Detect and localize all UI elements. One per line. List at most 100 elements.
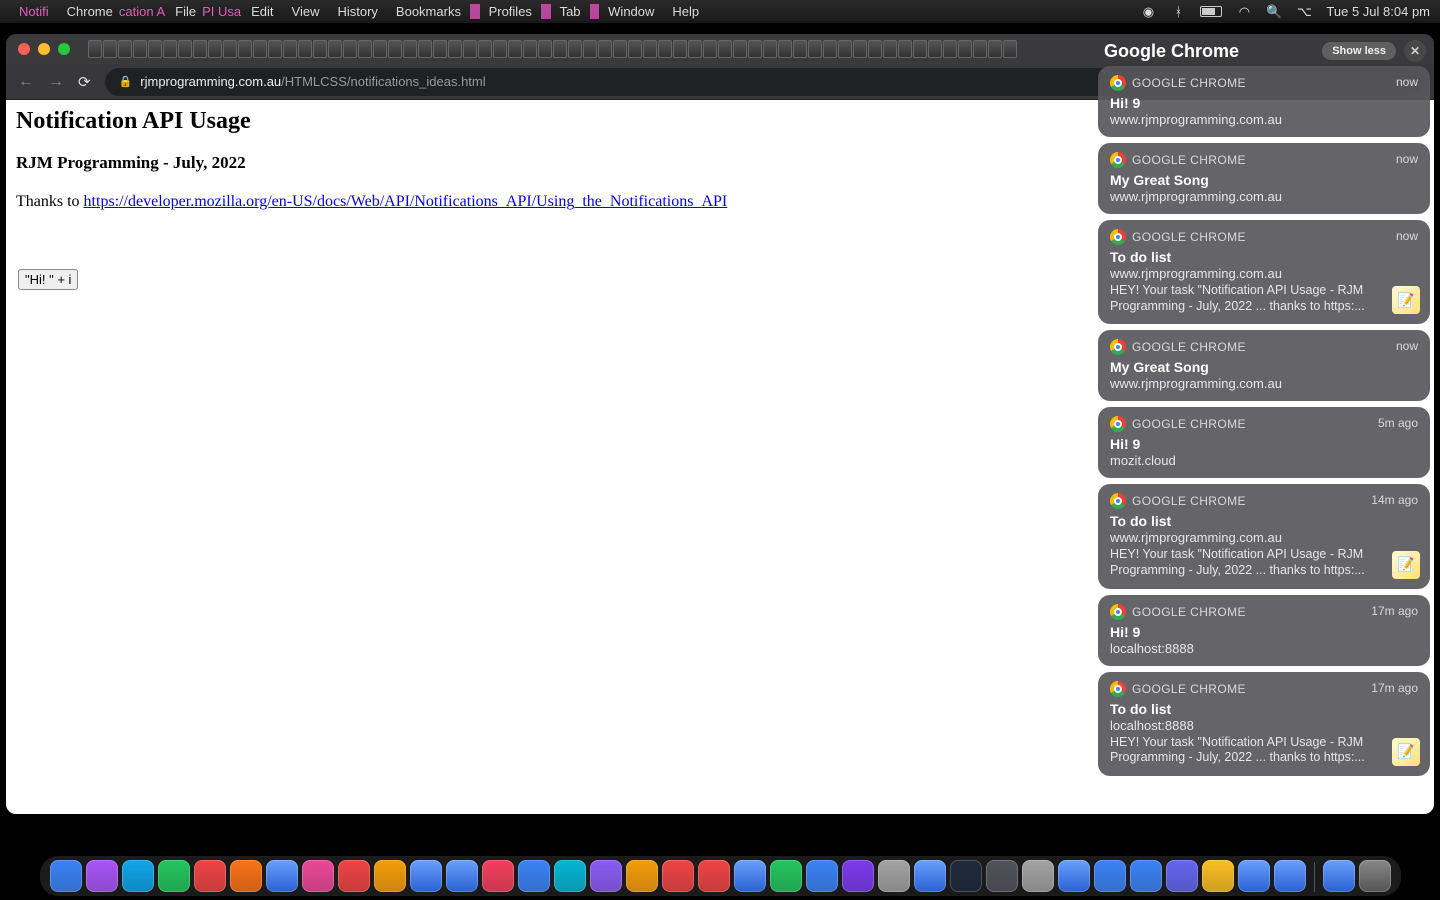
reload-button[interactable]: ⟳ bbox=[78, 73, 91, 91]
wifi-icon[interactable]: ◠ bbox=[1236, 4, 1252, 20]
browser-tab[interactable] bbox=[268, 40, 282, 58]
browser-tab[interactable] bbox=[958, 40, 972, 58]
dock-app-icon[interactable] bbox=[1202, 860, 1234, 892]
browser-tab[interactable] bbox=[808, 40, 822, 58]
browser-tab[interactable] bbox=[718, 40, 732, 58]
dock-app-icon[interactable] bbox=[662, 860, 694, 892]
browser-tab[interactable] bbox=[418, 40, 432, 58]
browser-tab[interactable] bbox=[373, 40, 387, 58]
clock[interactable]: Tue 5 Jul 8:04 pm bbox=[1326, 4, 1430, 19]
browser-tab[interactable] bbox=[643, 40, 657, 58]
browser-tab[interactable] bbox=[763, 40, 777, 58]
back-button[interactable]: ← bbox=[18, 73, 34, 91]
browser-tab[interactable] bbox=[778, 40, 792, 58]
browser-tab[interactable] bbox=[103, 40, 117, 58]
dock-app-icon[interactable] bbox=[1274, 860, 1306, 892]
show-less-button[interactable]: Show less bbox=[1322, 42, 1396, 60]
browser-tab[interactable] bbox=[688, 40, 702, 58]
browser-tab[interactable] bbox=[658, 40, 672, 58]
menu-window[interactable]: Window bbox=[599, 4, 663, 19]
dock-app-icon[interactable] bbox=[302, 860, 334, 892]
dock-app-icon[interactable] bbox=[842, 860, 874, 892]
dock-app-icon[interactable] bbox=[1094, 860, 1126, 892]
browser-tab[interactable] bbox=[223, 40, 237, 58]
dock-app-icon[interactable] bbox=[626, 860, 658, 892]
browser-tab[interactable] bbox=[358, 40, 372, 58]
browser-tab[interactable] bbox=[928, 40, 942, 58]
browser-tab[interactable] bbox=[163, 40, 177, 58]
notification-card[interactable]: GOOGLE CHROME 5m ago Hi! 9 mozit.cloud bbox=[1098, 407, 1430, 478]
screen-record-icon[interactable]: ◉ bbox=[1140, 4, 1156, 20]
dock-app-icon[interactable] bbox=[914, 860, 946, 892]
browser-tab[interactable] bbox=[703, 40, 717, 58]
browser-tab[interactable] bbox=[868, 40, 882, 58]
dock-app-icon[interactable] bbox=[50, 860, 82, 892]
browser-tab[interactable] bbox=[988, 40, 1002, 58]
dock-app-icon[interactable] bbox=[1323, 860, 1355, 892]
notification-card[interactable]: GOOGLE CHROME now To do list www.rjmprog… bbox=[1098, 220, 1430, 324]
maximize-window-button[interactable] bbox=[58, 43, 70, 55]
dock-app-icon[interactable] bbox=[1238, 860, 1270, 892]
browser-tab[interactable] bbox=[793, 40, 807, 58]
browser-tab[interactable] bbox=[313, 40, 327, 58]
dock-app-icon[interactable] bbox=[374, 860, 406, 892]
search-icon[interactable]: 🔍 bbox=[1266, 4, 1282, 20]
dock-app-icon[interactable] bbox=[86, 860, 118, 892]
browser-tab[interactable] bbox=[343, 40, 357, 58]
browser-tab[interactable] bbox=[748, 40, 762, 58]
browser-tab[interactable] bbox=[898, 40, 912, 58]
dock-app-icon[interactable] bbox=[482, 860, 514, 892]
minimize-window-button[interactable] bbox=[38, 43, 50, 55]
browser-tab[interactable] bbox=[823, 40, 837, 58]
browser-tab[interactable] bbox=[523, 40, 537, 58]
menu-history[interactable]: History bbox=[328, 4, 386, 19]
menu-bookmarks[interactable]: Bookmarks bbox=[387, 4, 470, 19]
dock-app-icon[interactable] bbox=[158, 860, 190, 892]
browser-tab[interactable] bbox=[493, 40, 507, 58]
browser-tab[interactable] bbox=[943, 40, 957, 58]
dock-app-icon[interactable] bbox=[770, 860, 802, 892]
hi-button[interactable]: "Hi! " + i bbox=[18, 269, 78, 290]
menu-view[interactable]: View bbox=[283, 4, 329, 19]
dock-app-icon[interactable] bbox=[518, 860, 550, 892]
browser-tab[interactable] bbox=[838, 40, 852, 58]
dock-app-icon[interactable] bbox=[878, 860, 910, 892]
browser-tab[interactable] bbox=[538, 40, 552, 58]
dock-app-icon[interactable] bbox=[194, 860, 226, 892]
browser-tab[interactable] bbox=[328, 40, 342, 58]
dock-app-icon[interactable] bbox=[122, 860, 154, 892]
dock-app-icon[interactable] bbox=[986, 860, 1018, 892]
menu-edit[interactable]: Edit bbox=[242, 4, 282, 19]
dock-app-icon[interactable] bbox=[1022, 860, 1054, 892]
dock-app-icon[interactable] bbox=[1130, 860, 1162, 892]
browser-tab[interactable] bbox=[118, 40, 132, 58]
browser-tab[interactable] bbox=[208, 40, 222, 58]
browser-tab[interactable] bbox=[1003, 40, 1017, 58]
dock-app-icon[interactable] bbox=[446, 860, 478, 892]
control-center-icon[interactable]: ⌥ bbox=[1296, 4, 1312, 20]
notification-card[interactable]: GOOGLE CHROME 17m ago Hi! 9 localhost:88… bbox=[1098, 595, 1430, 666]
menu-tab[interactable]: Tab bbox=[551, 4, 590, 19]
dock-app-icon[interactable] bbox=[698, 860, 730, 892]
nc-close-button[interactable]: ✕ bbox=[1404, 40, 1426, 62]
notification-card[interactable]: GOOGLE CHROME now Hi! 9 www.rjmprogrammi… bbox=[1098, 66, 1430, 137]
browser-tab[interactable] bbox=[733, 40, 747, 58]
browser-tab[interactable] bbox=[853, 40, 867, 58]
dock-app-icon[interactable] bbox=[338, 860, 370, 892]
dock-app-icon[interactable] bbox=[230, 860, 262, 892]
browser-tab[interactable] bbox=[478, 40, 492, 58]
close-window-button[interactable] bbox=[18, 43, 30, 55]
browser-tab[interactable] bbox=[193, 40, 207, 58]
notification-card[interactable]: GOOGLE CHROME 17m ago To do list localho… bbox=[1098, 672, 1430, 776]
forward-button[interactable]: → bbox=[48, 73, 64, 91]
notification-card[interactable]: GOOGLE CHROME 14m ago To do list www.rjm… bbox=[1098, 484, 1430, 588]
dock-app-icon[interactable] bbox=[266, 860, 298, 892]
trash-icon[interactable] bbox=[1359, 860, 1391, 892]
browser-tab[interactable] bbox=[583, 40, 597, 58]
browser-tab[interactable] bbox=[598, 40, 612, 58]
browser-tab[interactable] bbox=[448, 40, 462, 58]
browser-tab[interactable] bbox=[628, 40, 642, 58]
browser-tab[interactable] bbox=[463, 40, 477, 58]
browser-tab[interactable] bbox=[148, 40, 162, 58]
notification-card[interactable]: GOOGLE CHROME now My Great Song www.rjmp… bbox=[1098, 143, 1430, 214]
